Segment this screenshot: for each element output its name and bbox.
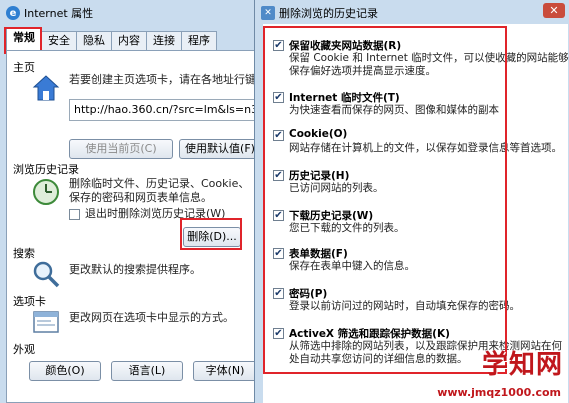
highlight-options — [263, 26, 507, 374]
watermark-brand: 学知网 — [481, 350, 563, 380]
tabs-window-icon — [31, 307, 61, 337]
tab-content[interactable]: 内容 — [111, 31, 147, 50]
internet-options-window: e Internet 属性 常规 安全 隐私 内容 连接 程序 主页 若要创建主… — [0, 0, 266, 403]
watermark-url: www.jmqz1000.com — [437, 386, 561, 399]
delete-on-exit-checkbox[interactable] — [69, 209, 80, 220]
homepage-desc: 若要创建主页选项卡，请在各地址行键 — [69, 73, 256, 86]
languages-button[interactable]: 语言(L) — [111, 361, 183, 381]
search-icon — [31, 259, 61, 289]
search-desc: 更改默认的搜索提供程序。 — [69, 263, 201, 276]
window-titlebar: e Internet 属性 — [6, 4, 93, 22]
dialog-titlebar: ✕ 删除浏览的历史记录 — [261, 4, 378, 22]
delete-history-icon: ✕ — [261, 6, 275, 20]
history-desc: 删除临时文件、历史记录、Cookie、保存的密码和网页表单信息。 — [69, 177, 250, 204]
close-button[interactable]: ✕ — [543, 3, 565, 18]
use-current-button[interactable]: 使用当前页(C) — [69, 139, 173, 159]
appearance-label: 外观 — [13, 343, 35, 356]
ie-icon: e — [6, 6, 20, 20]
homepage-url-field[interactable]: http://hao.360.cn/?src=lm&ls=n36a — [69, 99, 255, 121]
use-default-button[interactable]: 使用默认值(F) — [179, 139, 261, 159]
history-clock-icon — [31, 177, 61, 207]
highlight-delete-button — [180, 218, 242, 250]
colors-button[interactable]: 颜色(O) — [29, 361, 101, 381]
tab-connections[interactable]: 连接 — [146, 31, 182, 50]
history-label: 浏览历史记录 — [13, 163, 79, 176]
tab-security[interactable]: 安全 — [41, 31, 77, 50]
tab-programs[interactable]: 程序 — [181, 31, 217, 50]
fonts-button[interactable]: 字体(N) — [193, 361, 257, 381]
tab-privacy[interactable]: 隐私 — [76, 31, 112, 50]
dialog-title: 删除浏览的历史记录 — [279, 7, 378, 20]
tabs-desc: 更改网页在选项卡中显示的方式。 — [69, 311, 234, 324]
delete-history-window: ✕ 删除浏览的历史记录 ✕ ✔ 保留收藏夹网站数据(R) 保留 Cookie 和… — [254, 0, 569, 403]
window-title: Internet 属性 — [24, 7, 94, 20]
house-icon — [31, 73, 61, 103]
